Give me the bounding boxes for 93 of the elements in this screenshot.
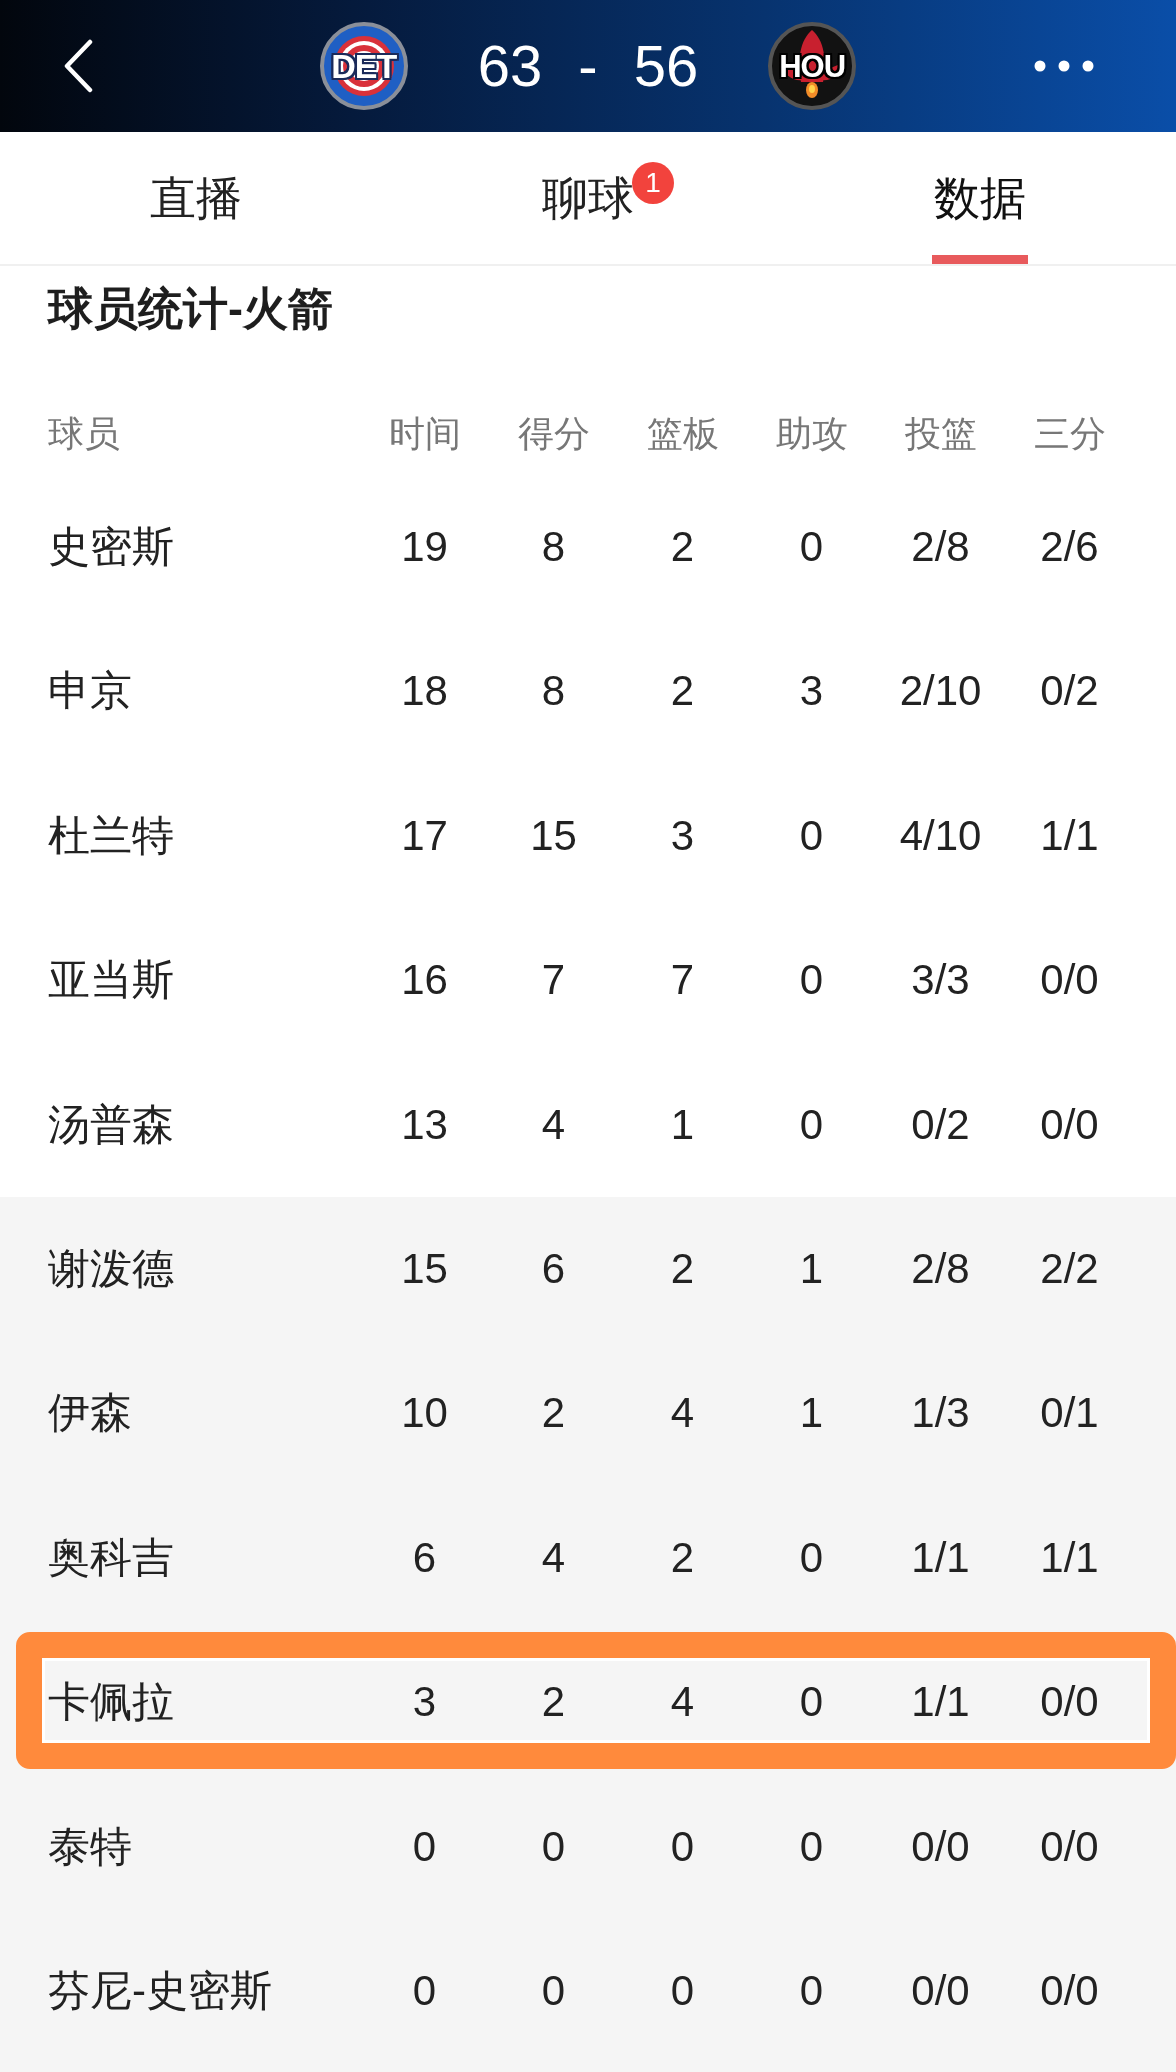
stat-value: 1/1 <box>1040 810 1099 861</box>
stat-value: 2 <box>670 522 695 572</box>
stat-value: 10 <box>401 1388 448 1439</box>
stat-value: 1 <box>799 1243 824 1294</box>
stat-value: 0/2 <box>911 1099 970 1150</box>
player-name: 谢泼德 <box>48 1243 174 1294</box>
stat-value: 2/8 <box>911 522 970 572</box>
stat-value: 0/0 <box>1040 1965 1099 2016</box>
stat-value: 4 <box>670 1677 695 1728</box>
stat-value: 0/2 <box>1040 666 1099 717</box>
player-name: 汤普森 <box>48 1099 174 1150</box>
stat-value: 17 <box>401 810 448 861</box>
stat-value: 13 <box>401 1099 448 1150</box>
column-header: 得分 <box>517 412 590 456</box>
stat-value: 0 <box>541 1821 566 1872</box>
home-score: 63 <box>477 37 543 95</box>
stat-value: 0 <box>541 1965 566 2016</box>
column-header: 三分 <box>1033 412 1106 456</box>
stat-value: 0 <box>670 1965 695 2016</box>
player-name: 泰特 <box>48 1821 132 1872</box>
stat-value: 0/0 <box>1040 1821 1099 1872</box>
stat-value: 4/10 <box>899 810 982 861</box>
stat-value: 3 <box>799 666 824 717</box>
stat-value: 6 <box>541 1243 566 1294</box>
stat-value: 3 <box>412 1677 437 1728</box>
tab[interactable]: 直播 <box>146 132 246 264</box>
stat-value: 18 <box>401 666 448 717</box>
stat-value: 0 <box>799 1677 824 1728</box>
notification-badge: 1 <box>632 162 674 204</box>
more-icon[interactable] <box>1034 60 1094 72</box>
stat-value: 8 <box>541 522 566 572</box>
stat-value: 1/1 <box>911 1532 970 1583</box>
stat-value: 1 <box>799 1388 824 1439</box>
stat-value: 0 <box>799 1099 824 1150</box>
stat-value: 7 <box>670 955 695 1006</box>
stat-value: 4 <box>541 1099 566 1150</box>
stat-value: 0 <box>799 810 824 861</box>
stat-value: 0 <box>412 1821 437 1872</box>
stat-value: 2/10 <box>899 666 982 717</box>
stat-value: 1/1 <box>1040 1532 1099 1583</box>
section-title: 球员统计-火箭 <box>48 282 333 336</box>
stat-value: 2 <box>541 1677 566 1728</box>
stat-value: 4 <box>541 1532 566 1583</box>
stat-value: 2/2 <box>1040 1243 1099 1294</box>
stat-value: 0 <box>670 1821 695 1872</box>
stat-value: 0/0 <box>911 1821 970 1872</box>
player-name: 亚当斯 <box>48 955 174 1006</box>
stat-value: 2 <box>670 666 695 717</box>
stat-value: 4 <box>670 1388 695 1439</box>
stat-value: 2 <box>670 1243 695 1294</box>
stat-value: 0/0 <box>1040 1099 1099 1150</box>
player-name: 奥科吉 <box>48 1532 174 1583</box>
stat-value: 1/3 <box>911 1388 970 1439</box>
column-header: 球员 <box>48 412 120 456</box>
stat-value: 0 <box>799 1965 824 2016</box>
stat-value: 8 <box>541 666 566 717</box>
stat-value: 3/3 <box>911 955 970 1006</box>
stat-value: 1 <box>670 1099 695 1150</box>
stat-value: 0 <box>799 955 824 1006</box>
stat-value: 0 <box>799 1532 824 1583</box>
stat-value: 0 <box>799 1821 824 1872</box>
stat-value: 3 <box>670 810 695 861</box>
player-name: 杜兰特 <box>48 810 174 861</box>
player-name: 伊森 <box>48 1388 132 1439</box>
player-name: 芬尼-史密斯 <box>48 1965 272 2016</box>
player-name: 申京 <box>48 666 132 717</box>
away-score: 56 <box>633 37 699 95</box>
stat-value: 0/0 <box>1040 1677 1099 1728</box>
stat-value: 2/6 <box>1040 522 1099 572</box>
stat-value: 0 <box>412 1965 437 2016</box>
stat-value: 0 <box>799 522 824 572</box>
stat-value: 2 <box>541 1388 566 1439</box>
column-header: 投篮 <box>904 412 977 456</box>
back-icon[interactable] <box>62 39 94 93</box>
tab[interactable]: 数据 <box>930 132 1030 264</box>
stat-value: 15 <box>401 1243 448 1294</box>
score-separator: - <box>578 37 598 95</box>
player-name: 卡佩拉 <box>48 1677 174 1728</box>
stat-value: 7 <box>541 955 566 1006</box>
stat-value: 16 <box>401 955 448 1006</box>
stat-value: 0/0 <box>1040 955 1099 1006</box>
stat-value: 1/1 <box>911 1677 970 1728</box>
stat-value: 19 <box>401 522 448 572</box>
column-header: 时间 <box>388 412 461 456</box>
stat-value: 6 <box>412 1532 437 1583</box>
stat-value: 0/1 <box>1040 1388 1099 1439</box>
column-header: 助攻 <box>775 412 848 456</box>
stat-value: 2/8 <box>911 1243 970 1294</box>
column-header: 篮板 <box>646 412 719 456</box>
stat-value: 2 <box>670 1532 695 1583</box>
stat-value: 15 <box>530 810 577 861</box>
player-name: 史密斯 <box>48 522 174 572</box>
stat-value: 0/0 <box>911 1965 970 2016</box>
